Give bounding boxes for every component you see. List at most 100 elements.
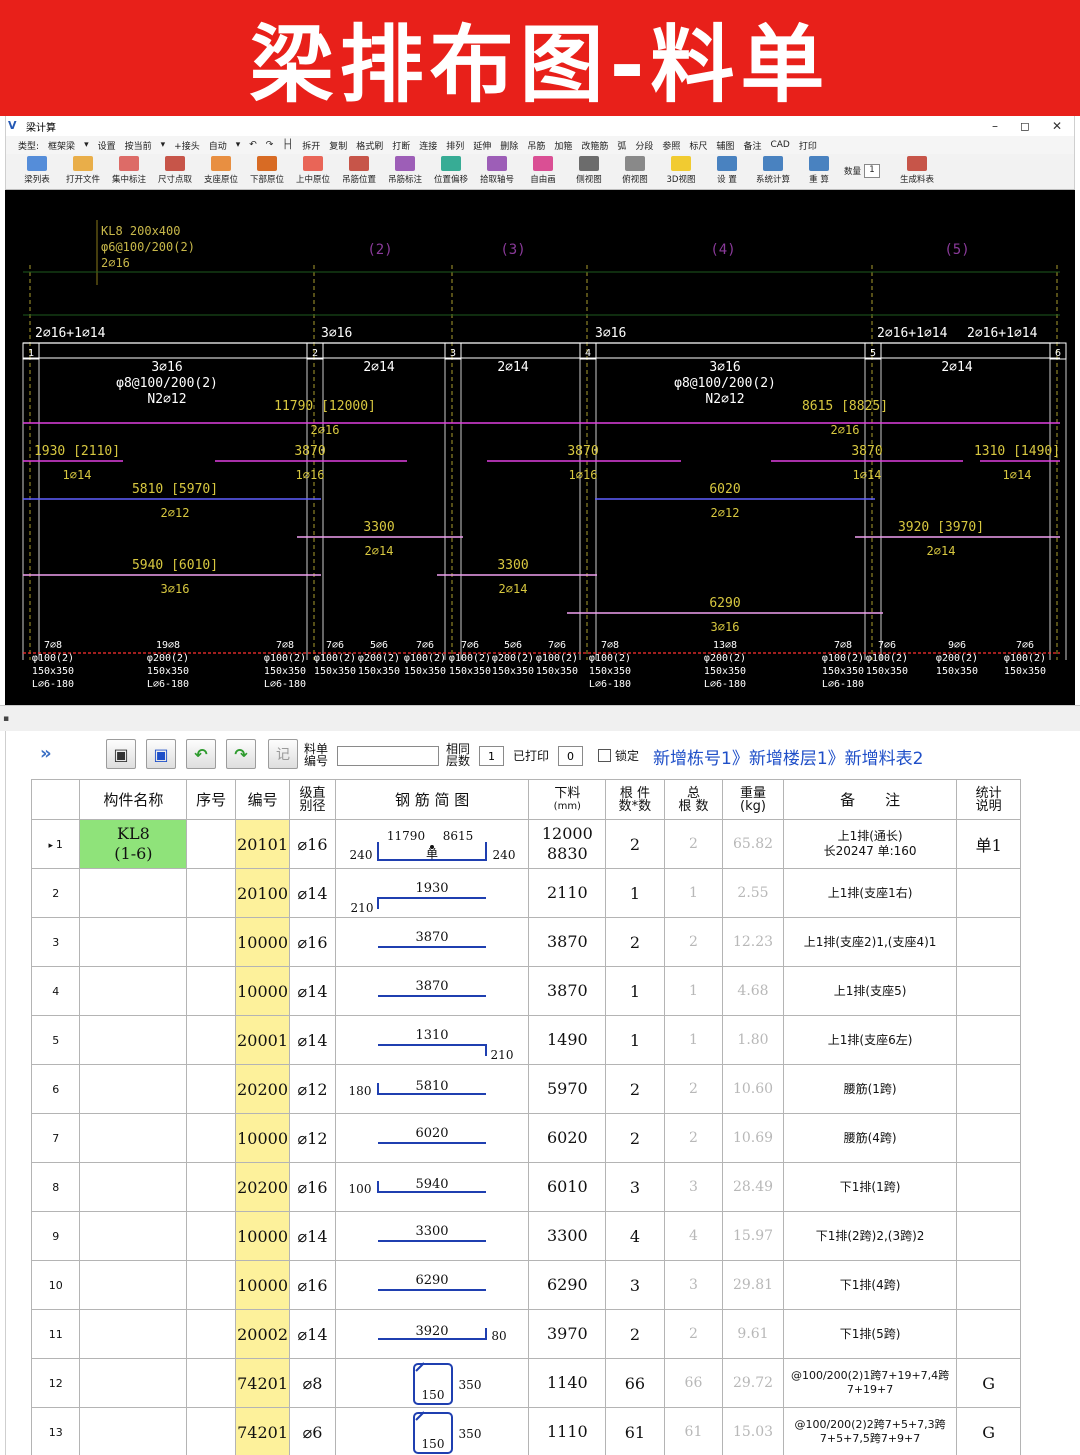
grade-cell[interactable]: ⌀12 xyxy=(290,1065,335,1114)
component-name-cell[interactable] xyxy=(80,1212,187,1261)
total-cell[interactable]: 2 xyxy=(664,918,723,967)
header-code[interactable]: 编号 xyxy=(235,780,289,820)
grade-cell[interactable]: ⌀16 xyxy=(290,1163,335,1212)
count-cell[interactable]: 2 xyxy=(606,918,665,967)
component-name-cell[interactable] xyxy=(80,1016,187,1065)
cut-length-cell[interactable]: 3300 xyxy=(529,1212,606,1261)
total-cell[interactable]: 66 xyxy=(664,1359,723,1408)
component-name-cell[interactable] xyxy=(80,967,187,1016)
row-number[interactable]: 8 xyxy=(32,1163,80,1212)
component-name-cell[interactable] xyxy=(80,1114,187,1163)
header-cut[interactable]: 下料(mm) xyxy=(529,780,606,820)
menu-item[interactable]: 弧 xyxy=(617,139,626,152)
code-cell[interactable]: 20100 xyxy=(235,869,289,918)
grade-cell[interactable]: ⌀14 xyxy=(290,1212,335,1261)
component-name-cell[interactable] xyxy=(80,1163,187,1212)
toolbar-button[interactable]: 梁列表 xyxy=(16,154,58,185)
row-number[interactable]: 12 xyxy=(32,1359,80,1408)
weight-cell[interactable]: 15.97 xyxy=(723,1212,784,1261)
component-name-cell[interactable] xyxy=(80,869,187,918)
note-cell[interactable]: 下1排(2跨)2,(3跨)2 xyxy=(783,1212,957,1261)
code-cell[interactable]: 20200 xyxy=(235,1163,289,1212)
note-cell[interactable]: 上1排(支座2)1,(支座4)1 xyxy=(783,918,957,967)
menu-item[interactable]: 排列 xyxy=(446,139,464,152)
menu-item[interactable]: 按当前 xyxy=(125,139,152,152)
code-cell[interactable]: 10000 xyxy=(235,1212,289,1261)
component-name-cell[interactable] xyxy=(80,1310,187,1359)
weight-cell[interactable]: 10.60 xyxy=(723,1065,784,1114)
total-cell[interactable]: 2 xyxy=(664,820,723,869)
total-cell[interactable]: 4 xyxy=(664,1212,723,1261)
header-name[interactable]: 构件名称 xyxy=(80,780,187,820)
total-cell[interactable]: 1 xyxy=(664,869,723,918)
weight-cell[interactable]: 4.68 xyxy=(723,967,784,1016)
table-row[interactable]: 820200⌀16594010060103328.49下1排(1跨) xyxy=(32,1163,1021,1212)
stat-cell[interactable]: 单1 xyxy=(957,820,1021,869)
row-number[interactable]: 13 xyxy=(32,1408,80,1455)
table-row[interactable]: 710000⌀12602060202210.69腰筋(4跨) xyxy=(32,1114,1021,1163)
seq-cell[interactable] xyxy=(187,869,235,918)
total-cell[interactable]: 3 xyxy=(664,1261,723,1310)
count-cell[interactable]: 2 xyxy=(606,820,665,869)
count-cell[interactable]: 2 xyxy=(606,1310,665,1359)
row-number[interactable]: 11 xyxy=(32,1310,80,1359)
menu-item[interactable]: 标尺 xyxy=(689,139,707,152)
seq-cell[interactable] xyxy=(187,1016,235,1065)
weight-cell[interactable]: 29.81 xyxy=(723,1261,784,1310)
table-row[interactable]: 410000⌀1438703870114.68上1排(支座5) xyxy=(32,967,1021,1016)
toolbar-button[interactable]: 支座原位 xyxy=(200,154,242,185)
menu-item[interactable]: 设置 xyxy=(98,139,116,152)
toolbar-button[interactable]: 尺寸点取 xyxy=(154,154,196,185)
seq-cell[interactable] xyxy=(187,1261,235,1310)
header-grade[interactable]: 级直别径 xyxy=(290,780,335,820)
cut-length-cell[interactable]: 5970 xyxy=(529,1065,606,1114)
code-cell[interactable]: 10000 xyxy=(235,967,289,1016)
menu-item[interactable]: 改箍筋 xyxy=(581,139,608,152)
close-button[interactable]: ✕ xyxy=(1052,119,1062,133)
code-cell[interactable]: 20200 xyxy=(235,1065,289,1114)
count-cell[interactable]: 66 xyxy=(606,1359,665,1408)
toolbar-button[interactable]: 重 算 xyxy=(798,154,840,185)
qty-input[interactable]: 1 xyxy=(864,164,880,178)
maximize-button[interactable]: ◻ xyxy=(1020,119,1030,133)
shape-cell[interactable]: 350150 xyxy=(335,1359,529,1408)
grade-cell[interactable]: ⌀16 xyxy=(290,918,335,967)
row-number[interactable]: ▸ 1 xyxy=(32,820,80,869)
cut-length-cell[interactable]: 1140 xyxy=(529,1359,606,1408)
header-seq[interactable]: 序号 xyxy=(187,780,235,820)
menu-item[interactable]: ▾ xyxy=(84,140,89,150)
menu-item[interactable]: +接头 xyxy=(174,139,200,152)
row-number[interactable]: 7 xyxy=(32,1114,80,1163)
cut-length-cell[interactable]: 2110 xyxy=(529,869,606,918)
component-name-cell[interactable] xyxy=(80,1065,187,1114)
stat-cell[interactable] xyxy=(957,1114,1021,1163)
shape-cell[interactable]: 3300 xyxy=(335,1212,529,1261)
code-cell[interactable]: 74201 xyxy=(235,1408,289,1455)
shape-cell[interactable]: 5940100 xyxy=(335,1163,529,1212)
table-row[interactable]: 520001⌀1413102101490111.80上1排(支座6左) xyxy=(32,1016,1021,1065)
header-note[interactable]: 备 注 xyxy=(783,780,957,820)
stat-cell[interactable]: G xyxy=(957,1359,1021,1408)
grade-cell[interactable]: ⌀6 xyxy=(290,1408,335,1455)
stat-cell[interactable] xyxy=(957,918,1021,967)
count-cell[interactable]: 2 xyxy=(606,1114,665,1163)
row-number[interactable]: 4 xyxy=(32,967,80,1016)
cut-length-cell[interactable]: 6010 xyxy=(529,1163,606,1212)
menu-item[interactable]: 打印 xyxy=(799,139,817,152)
note-cell[interactable]: 下1排(4跨) xyxy=(783,1261,957,1310)
grade-cell[interactable]: ⌀12 xyxy=(290,1114,335,1163)
row-number[interactable]: 5 xyxy=(32,1016,80,1065)
toolbar-button[interactable]: 打开文件 xyxy=(62,154,104,185)
menu-item[interactable]: 吊筋 xyxy=(527,139,545,152)
weight-cell[interactable]: 28.49 xyxy=(723,1163,784,1212)
code-cell[interactable]: 20002 xyxy=(235,1310,289,1359)
menu-item[interactable]: 格式刷 xyxy=(356,139,383,152)
note-cell[interactable]: 下1排(1跨) xyxy=(783,1163,957,1212)
component-name-cell[interactable]: KL8(1-6) xyxy=(80,820,187,869)
grade-cell[interactable]: ⌀14 xyxy=(290,869,335,918)
grade-cell[interactable]: ⌀8 xyxy=(290,1359,335,1408)
count-cell[interactable]: 3 xyxy=(606,1163,665,1212)
redo-button[interactable]: ↷ xyxy=(226,739,256,769)
stat-cell[interactable] xyxy=(957,1310,1021,1359)
stat-cell[interactable] xyxy=(957,1016,1021,1065)
